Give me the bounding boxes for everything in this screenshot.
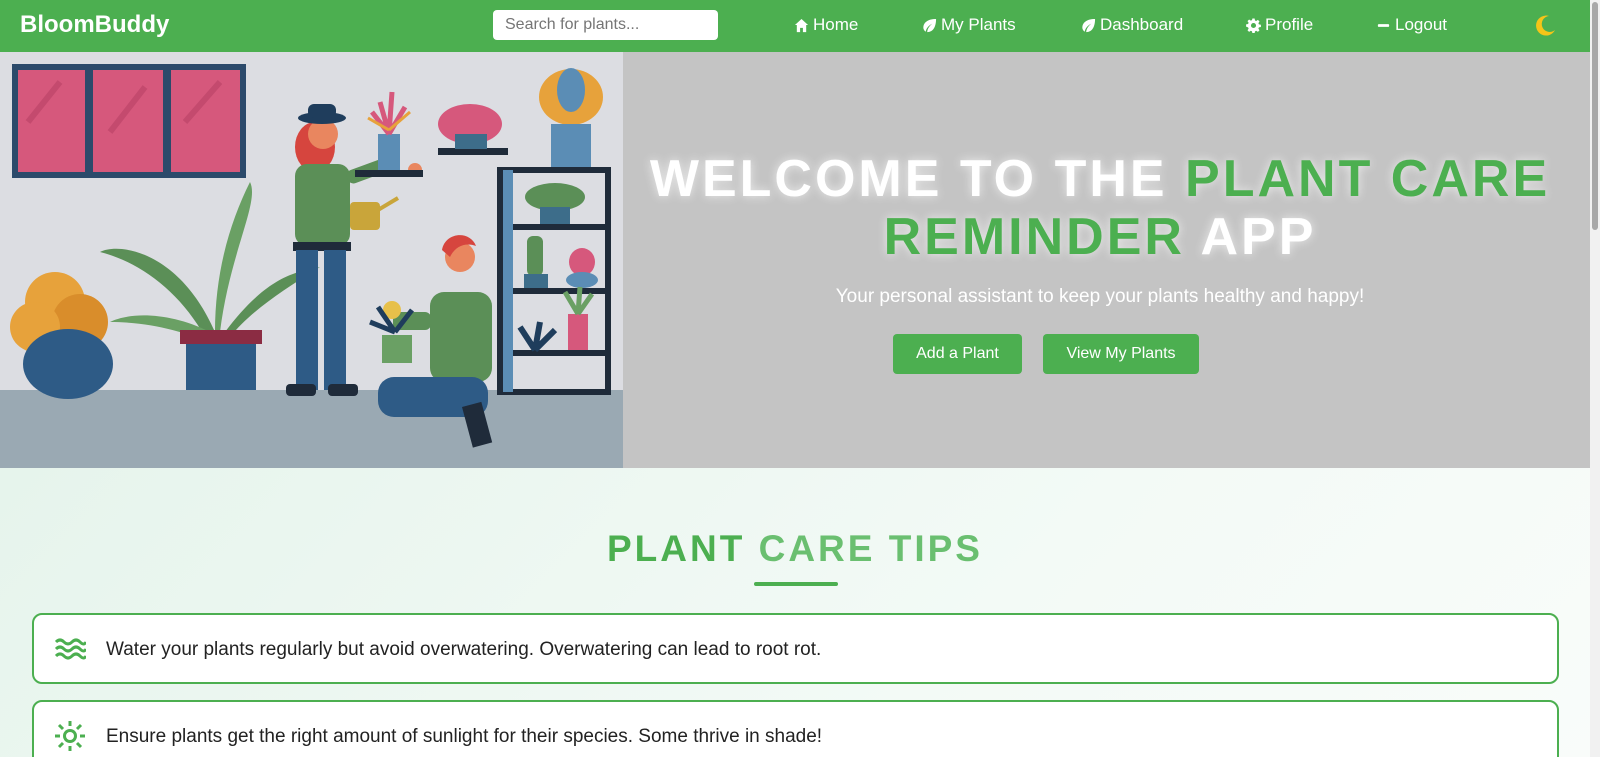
tips-title-word1: PLANT [607,528,746,569]
tip-card-sunlight: Ensure plants get the right amount of su… [32,700,1559,757]
brand-logo[interactable]: BloomBuddy [20,11,169,39]
hero-title-part1: WELCOME TO THE [649,150,1186,208]
leaf-icon [923,18,937,32]
nav-profile[interactable]: Profile [1246,15,1313,35]
nav-home[interactable]: Home [794,15,858,35]
navbar: BloomBuddy Home My Plants Dashboard Prof… [0,0,1600,52]
moon-icon[interactable] [1532,13,1558,39]
nav-dashboard-label: Dashboard [1100,15,1184,34]
hero-subtitle: Your personal assistant to keep your pla… [835,286,1365,307]
hero-title: WELCOME TO THE PLANT CARE REMINDER APP [630,150,1570,266]
tips-title-word2: CARE [758,528,876,569]
nav-my-plants[interactable]: My Plants [922,15,1016,35]
tip-text: Ensure plants get the right amount of su… [106,726,823,747]
gear-icon [1246,17,1261,33]
tips-title: PLANT CARE TIPS [0,528,1590,570]
scrollbar-thumb[interactable] [1592,2,1598,230]
search-input[interactable] [493,10,718,40]
tip-text: Water your plants regularly but avoid ov… [106,639,822,660]
tip-card-watering: Water your plants regularly but avoid ov… [32,613,1559,684]
home-icon [794,18,809,32]
nav-my-plants-label: My Plants [941,15,1016,34]
page-scrollbar[interactable] [1590,0,1600,757]
nav-home-label: Home [813,15,859,34]
nav-dashboard[interactable]: Dashboard [1081,15,1183,35]
tips-title-underline [754,582,838,586]
hero-section: WELCOME TO THE PLANT CARE REMINDER APP Y… [0,52,1600,468]
minus-icon [1377,23,1390,27]
add-plant-button[interactable]: Add a Plant [893,334,1022,374]
hero-title-part2: APP [1184,208,1317,266]
nav-logout-label: Logout [1395,15,1447,34]
tips-title-word3: TIPS [888,528,983,569]
gardening-illustration [0,52,623,468]
sun-icon [55,721,85,751]
nav-logout[interactable]: Logout [1376,15,1447,35]
view-my-plants-button[interactable]: View My Plants [1043,334,1199,374]
nav-profile-label: Profile [1265,15,1314,34]
water-waves-icon [54,638,86,660]
plant-care-tips-section: PLANT CARE TIPS Water your plants regula… [0,468,1600,757]
leaf-icon [1082,18,1096,32]
